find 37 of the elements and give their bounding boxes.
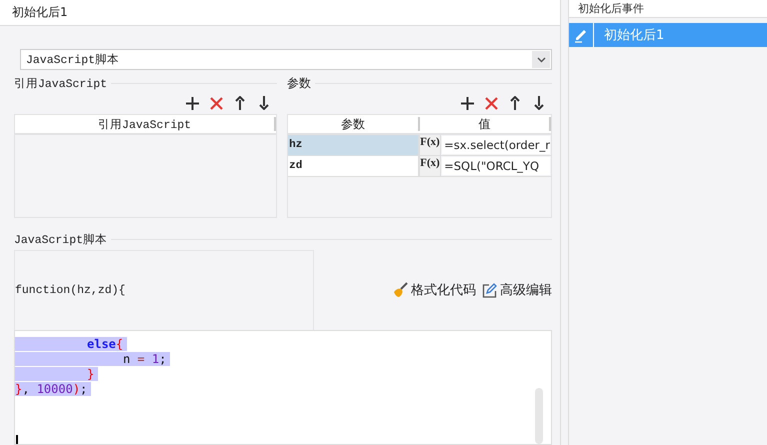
add-button[interactable]	[458, 94, 476, 112]
section-title: JavaScript脚本	[14, 232, 108, 246]
arrow-up-icon	[510, 96, 520, 110]
formula-button[interactable]: F(x)	[420, 135, 442, 155]
plus-icon	[460, 96, 474, 110]
arrow-down-icon	[534, 96, 544, 110]
close-icon	[210, 96, 223, 110]
add-button[interactable]	[183, 94, 202, 112]
advanced-edit-button[interactable]: 高级编辑	[482, 281, 552, 299]
plus-icon	[186, 96, 199, 110]
function-signature: function(hz,zd){	[15, 284, 126, 297]
broom-icon	[392, 282, 408, 298]
delete-button[interactable]	[482, 94, 500, 112]
panel-title: 初始化后事件	[569, 0, 767, 18]
delete-button[interactable]	[207, 94, 226, 112]
script-type-dropdown[interactable]: JavaScript脚本	[20, 49, 552, 70]
tab-title: 初始化后1	[12, 4, 68, 21]
section-title: 引用JavaScript	[14, 76, 108, 90]
column-header: 值	[420, 117, 552, 131]
section-title: 参数	[287, 74, 312, 92]
pencil-icon	[573, 27, 589, 43]
column-header: 参数	[288, 117, 420, 131]
parameter-name-cell[interactable]: zd	[288, 156, 420, 176]
edit-icon	[482, 282, 497, 298]
formula-button[interactable]: F(x)	[420, 156, 442, 176]
format-code-button[interactable]: 格式化代码	[392, 281, 476, 299]
close-icon	[484, 96, 498, 110]
arrow-up-icon	[235, 96, 246, 110]
parameter-value-field[interactable]: =sx.select(order_r	[442, 136, 550, 154]
scrollbar[interactable]	[535, 388, 543, 444]
code-editor[interactable]: else{ n = 1; } }, 10000);	[14, 330, 552, 445]
text-cursor	[16, 435, 18, 444]
arrow-down-icon	[259, 96, 270, 110]
column-header: 引用JavaScript	[15, 117, 276, 131]
parameter-value-field[interactable]: =SQL("ORCL_YQ	[442, 157, 550, 175]
parameter-name-cell[interactable]: hz	[288, 135, 420, 155]
caret-icon	[536, 56, 546, 62]
